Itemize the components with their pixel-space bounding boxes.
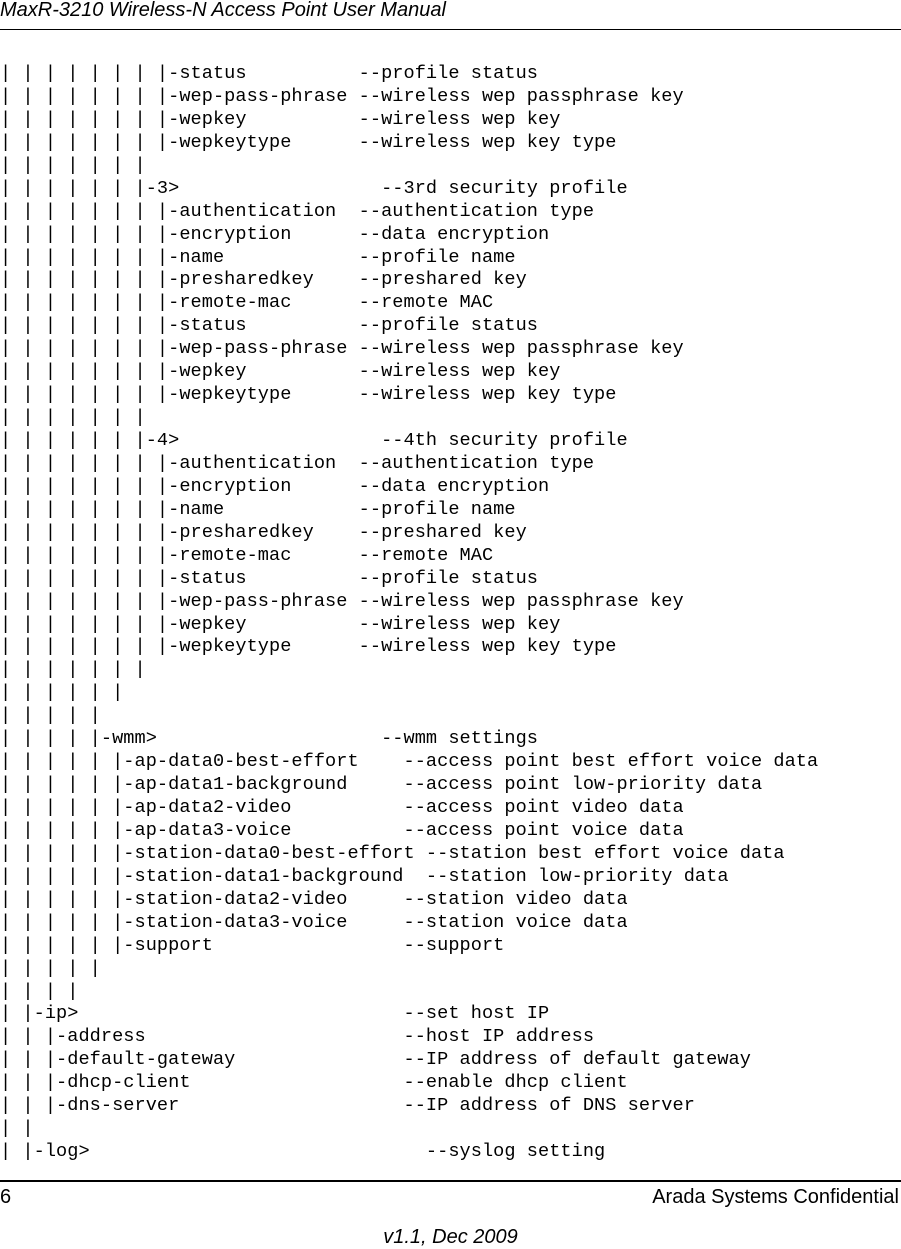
code-line: | | | | | | | |-wepkeytype --wireless we… (0, 636, 617, 658)
code-line: | | | | | |-station-data3-voice --statio… (0, 911, 628, 933)
footer-divider (0, 1180, 901, 1182)
code-line: | | | | | | | |-status --profile status (0, 567, 538, 589)
code-line: | | | | | |-support --support (0, 934, 505, 956)
code-line: | | | | | (0, 957, 101, 979)
code-line: | | | | | | | (0, 154, 146, 176)
code-line: | | | | | | | |-wep-pass-phrase --wirele… (0, 85, 684, 107)
code-line: | | | | | | | |-wep-pass-phrase --wirele… (0, 590, 684, 612)
code-line: | | | | | | (0, 682, 124, 704)
code-line: | | | | | |-ap-data1-background --access… (0, 774, 763, 796)
code-line: | | |-dhcp-client --enable dhcp client (0, 1072, 628, 1094)
code-line: | | | | | | | |-wepkeytype --wireless we… (0, 384, 617, 406)
code-line: | | | | | |-station-data2-video --statio… (0, 888, 628, 910)
code-line: | | (0, 1118, 34, 1140)
code-line: | | | | | | | |-wepkey --wireless wep ke… (0, 613, 561, 635)
code-line: | | | | | | | |-remote-mac --remote MAC (0, 292, 494, 314)
code-line: | | | | | |-ap-data0-best-effort --acces… (0, 751, 819, 773)
code-line: | | | | | | | |-encryption --data encryp… (0, 475, 550, 497)
code-line: | | | | | | | (0, 659, 146, 681)
code-line: | | | | | | | |-name --profile name (0, 246, 516, 268)
code-line: | | | | | | | |-authentication --authent… (0, 200, 595, 222)
code-line: | | | | | | | |-wepkey --wireless wep ke… (0, 361, 561, 383)
code-line: | | | | | | | |-status --profile status (0, 315, 538, 337)
code-line: | | | | | | | |-presharedkey --preshared… (0, 269, 527, 291)
confidentiality-notice: Arada Systems Confidential (652, 1186, 899, 1208)
header-divider (0, 29, 901, 30)
code-line: | | | | | |-station-data0-best-effort --… (0, 842, 785, 864)
code-line: | | |-dns-server --IP address of DNS ser… (0, 1095, 695, 1117)
code-line: | | | | (0, 980, 79, 1002)
code-line: | | | | | | | |-encryption --data encryp… (0, 223, 550, 245)
code-line: | | | | | | | |-remote-mac --remote MAC (0, 544, 494, 566)
page-number: 6 (0, 1186, 12, 1208)
code-line: | | | | | | | (0, 407, 146, 429)
cli-command-tree-listing: | | | | | | | |-status --profile status |… (0, 63, 818, 1164)
code-line: | |-log> --syslog setting (0, 1141, 606, 1163)
code-line: | | | | | (0, 705, 101, 727)
code-line: | | |-address --host IP address (0, 1026, 595, 1048)
code-line: | | | | | | | |-name --profile name (0, 498, 516, 520)
code-line: | | |-default-gateway --IP address of de… (0, 1049, 751, 1071)
code-line: | | | | | |-station-data1-background --s… (0, 865, 729, 887)
code-line: | | | | | | | |-wep-pass-phrase --wirele… (0, 338, 684, 360)
code-line: | | | | | | | |-wepkey --wireless wep ke… (0, 108, 561, 130)
code-line: | | | | | | |-4> --4th security profile (0, 430, 628, 451)
document-header-title: MaxR-3210 Wireless-N Access Point User M… (0, 0, 446, 21)
code-line: | | | | | | |-3> --3rd security profile (0, 177, 628, 199)
code-line: | | | | | | | |-presharedkey --preshared… (0, 521, 527, 543)
code-line: | | | | | | | |-status --profile status (0, 63, 538, 84)
code-line: | | | | | | | |-authentication --authent… (0, 452, 595, 474)
document-version: v1.1, Dec 2009 (383, 1226, 518, 1248)
code-line: | | | | | |-ap-data2-video --access poin… (0, 797, 684, 818)
code-line: | | | | |-wmm> --wmm settings (0, 728, 538, 750)
code-line: | | | | | |-ap-data3-voice --access poin… (0, 819, 684, 841)
code-line: | | | | | | | |-wepkeytype --wireless we… (0, 131, 617, 153)
code-line: | |-ip> --set host IP (0, 1003, 550, 1025)
